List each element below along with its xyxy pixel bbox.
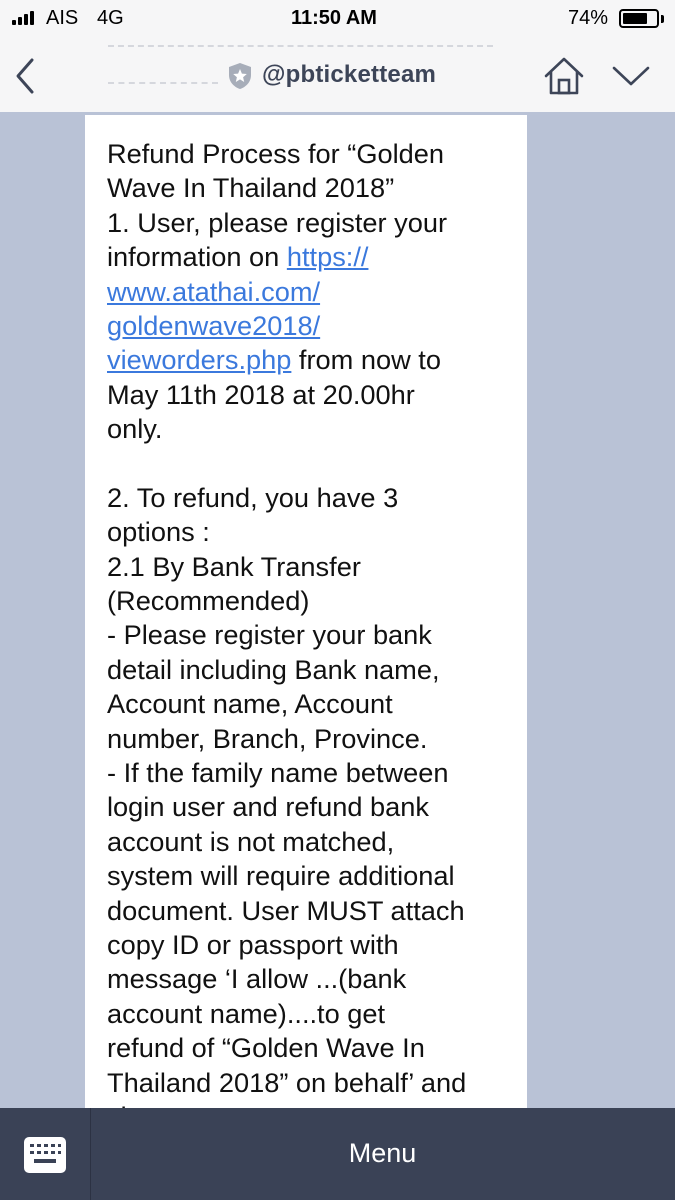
- message-line: number, Branch, Province.: [107, 722, 428, 754]
- message-line: www.atathai.com/: [107, 275, 509, 309]
- keyboard-button[interactable]: [0, 1108, 91, 1200]
- chevron-left-icon[interactable]: [12, 56, 42, 96]
- account-name[interactable]: @pbticketteam: [262, 61, 436, 89]
- signal-icon: [12, 11, 34, 25]
- refund-link[interactable]: https://: [287, 241, 369, 272]
- carrier-label: AIS: [46, 7, 79, 29]
- message-line: account is not matched,: [107, 825, 395, 857]
- message-line: - If the family name between: [107, 757, 449, 789]
- message-line: May 11th 2018 at 20.00hr: [107, 378, 415, 410]
- message-line: message ‘I allow ...(bank: [107, 963, 407, 995]
- battery-cap: [661, 15, 664, 23]
- message-line: Refund Process for “Golden: [107, 138, 444, 169]
- status-bar: AIS 4G 11:50 AM 74%: [0, 0, 675, 38]
- header-divider-mid: [108, 82, 218, 84]
- message-line: detail including Bank name,: [107, 653, 440, 685]
- message-line: vieworders.php from now to: [107, 343, 509, 377]
- message-bubble: Refund Process for “Golden Wave In Thail…: [85, 115, 527, 1115]
- message-line: (Recommended): [107, 585, 310, 617]
- refund-link[interactable]: vieworders.php: [107, 344, 291, 375]
- chevron-down-icon[interactable]: [611, 64, 651, 88]
- network-label: 4G: [97, 7, 124, 29]
- message-line: Wave In Thailand 2018”: [107, 172, 395, 204]
- message-text-segment: information on: [107, 241, 287, 273]
- battery-percent: 74%: [568, 7, 609, 29]
- shield-star-icon: [229, 63, 251, 89]
- header-divider-top: [108, 45, 493, 47]
- bottom-bar: Menu: [0, 1108, 675, 1200]
- message-line: login user and refund bank: [107, 791, 429, 823]
- refund-link[interactable]: goldenwave2018/: [107, 310, 320, 341]
- message-line: goldenwave2018/: [107, 309, 509, 343]
- home-icon[interactable]: [543, 56, 585, 96]
- keyboard-icon: [24, 1137, 66, 1173]
- message-text-segment: from now to: [291, 344, 441, 376]
- message-line: system will require additional: [107, 860, 455, 892]
- menu-button[interactable]: Menu: [90, 1138, 675, 1169]
- message-text: Refund Process for “Golden Wave In Thail…: [107, 137, 509, 1115]
- message-line: - Please register your bank: [107, 619, 432, 651]
- battery-icon: [619, 9, 659, 28]
- message-line: refund of “Golden Wave In: [107, 1032, 425, 1064]
- message-line: account name)....to get: [107, 997, 386, 1029]
- message-line: 1. User, please register your: [107, 206, 448, 238]
- message-line: Thailand 2018” on behalf’ and: [107, 1066, 467, 1098]
- refund-link[interactable]: www.atathai.com/: [107, 276, 320, 307]
- message-line: Account name, Account: [107, 688, 393, 720]
- message-line: document. User MUST attach: [107, 894, 465, 926]
- message-line: only.: [107, 413, 163, 445]
- message-line: copy ID or passport with: [107, 928, 399, 960]
- message-line: information on https://: [107, 240, 509, 274]
- message-line: 2. To refund, you have 3: [107, 481, 399, 513]
- clock: 11:50 AM: [291, 7, 377, 29]
- chat-header: @pbticketteam: [0, 38, 675, 112]
- message-line: [107, 447, 509, 481]
- message-line: options :: [107, 516, 210, 548]
- message-line: 2.1 By Bank Transfer: [107, 550, 361, 582]
